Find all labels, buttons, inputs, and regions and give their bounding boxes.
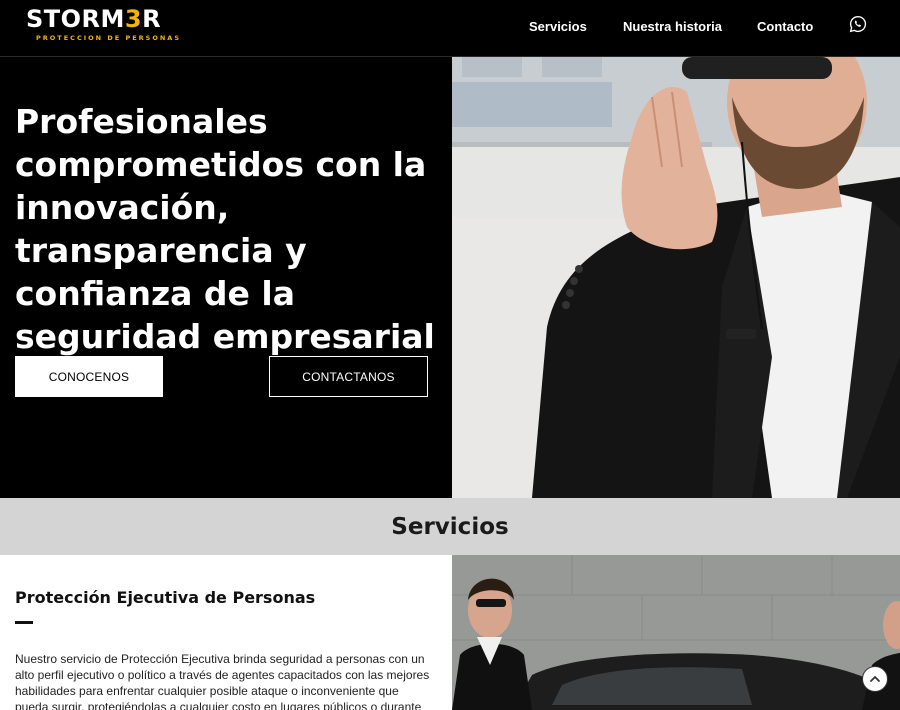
service-title: Protección Ejecutiva de Personas: [15, 588, 316, 607]
service-image-bodyguards-car: [452, 555, 900, 710]
scroll-to-top-button[interactable]: [862, 666, 888, 692]
contactanos-button[interactable]: CONTACTANOS: [269, 356, 428, 397]
chevron-up-icon: [870, 675, 880, 682]
whatsapp-icon[interactable]: [849, 15, 867, 33]
nav-nuestra-historia[interactable]: Nuestra historia: [623, 19, 722, 34]
services-section-title: Servicios: [391, 513, 509, 540]
nav-servicios[interactable]: Servicios: [529, 19, 587, 34]
service-card: Protección Ejecutiva de Personas Nuestro…: [0, 555, 452, 710]
title-underline: [15, 621, 33, 624]
logo[interactable]: STORM3R PROTECCION DE PERSONAS: [26, 6, 181, 42]
hero-section: Profesionales comprometidos con la innov…: [0, 57, 452, 498]
hero-image-bodyguard: [452, 57, 900, 498]
site-header: STORM3R PROTECCION DE PERSONAS Servicios…: [0, 0, 900, 57]
service-description: Nuestro servicio de Protección Ejecutiva…: [15, 652, 430, 710]
services-header-band: Servicios: [0, 498, 900, 555]
hero-title: Profesionales comprometidos con la innov…: [15, 102, 435, 356]
conocenos-button[interactable]: CONOCENOS: [15, 356, 163, 397]
logo-tagline: PROTECCION DE PERSONAS: [36, 34, 182, 42]
nav-contacto[interactable]: Contacto: [757, 19, 813, 34]
logo-wordmark: STORM3R: [26, 5, 162, 33]
